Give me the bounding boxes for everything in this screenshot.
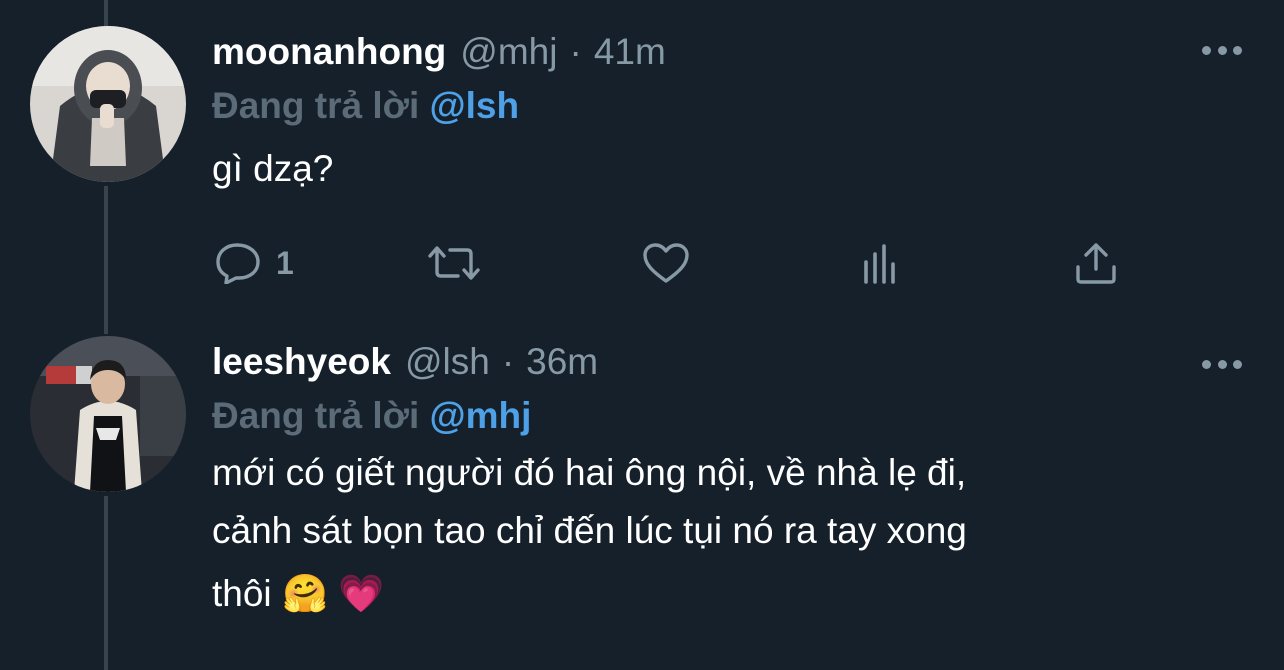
tweet-text: mới có giết người đó hai ông nội, về nhà… (212, 444, 1244, 628)
tweet-header: leeshyeok @lsh · 36m (212, 340, 1244, 384)
like-icon (643, 243, 689, 283)
tweet-content: moonanhong @mhj · 41m Đang trả lời @lsh … (212, 30, 1244, 200)
tweet-time[interactable]: 41m (594, 30, 666, 74)
hugging-face-emoji: 🤗 (281, 572, 329, 615)
replying-to-mention[interactable]: @mhj (430, 395, 532, 436)
tweet-text-line: cảnh sát bọn tao chỉ đến lúc tụi nó ra t… (212, 510, 967, 551)
share-icon (1076, 243, 1116, 284)
more-icon (1202, 45, 1211, 55)
replying-to-mention[interactable]: @lsh (430, 85, 520, 126)
replying-to-label: Đang trả lời (212, 395, 420, 436)
share-button[interactable] (1074, 238, 1118, 288)
user-handle[interactable]: @lsh (405, 340, 490, 384)
thread-connector-middle (104, 186, 108, 334)
tweet-thread: moonanhong @mhj · 41m Đang trả lời @lsh … (0, 0, 1284, 670)
user-handle[interactable]: @mhj (460, 30, 557, 74)
reply-button[interactable]: 1 (216, 238, 294, 288)
tweet-text: gì dzạ? (212, 148, 334, 189)
more-icon (1202, 359, 1211, 369)
growing-heart-emoji: 💗 (338, 572, 385, 615)
thread-connector-top (104, 0, 108, 26)
avatar-leeshyeok[interactable] (30, 336, 186, 492)
like-button[interactable] (642, 238, 690, 288)
separator: · (569, 31, 582, 72)
more-icon-dot (1217, 45, 1227, 55)
separator: · (501, 341, 515, 382)
display-name[interactable]: moonanhong (212, 30, 446, 74)
thread-connector-bottom (104, 496, 108, 670)
reply-count: 1 (276, 244, 294, 281)
display-name[interactable]: leeshyeok (212, 340, 391, 384)
analytics-button[interactable] (860, 238, 902, 288)
retweet-button[interactable] (426, 238, 482, 288)
tweet-text-line-last: thôi 🤗 💗 (212, 560, 1244, 628)
reply-icon (216, 243, 260, 284)
replying-to: Đang trả lời @mhj (212, 394, 1244, 438)
analytics-icon (864, 244, 895, 284)
retweet-icon (428, 246, 480, 280)
more-options-button[interactable] (1202, 354, 1242, 374)
more-options-button[interactable] (1202, 40, 1242, 60)
tweet-text-line: thôi (212, 573, 272, 614)
avatar-moonanhong[interactable] (30, 26, 186, 182)
more-icon-dot (1233, 359, 1242, 369)
replying-to: Đang trả lời @lsh (212, 84, 1244, 128)
tweet-time[interactable]: 36m (526, 340, 598, 384)
more-icon-dot (1217, 359, 1227, 369)
tweet-actions: 1 (212, 238, 1132, 288)
replying-to-label: Đang trả lời (212, 85, 420, 126)
tweet-header: moonanhong @mhj · 41m (212, 30, 1244, 74)
tweet-content: leeshyeok @lsh · 36m Đang trả lời @mhj m… (212, 340, 1244, 628)
tweet-text-line: mới có giết người đó hai ông nội, về nhà… (212, 452, 967, 493)
more-icon-dot (1233, 45, 1242, 55)
